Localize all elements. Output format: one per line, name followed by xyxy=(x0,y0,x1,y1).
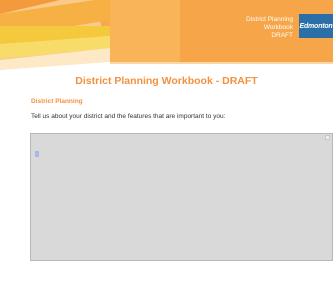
text-cursor xyxy=(35,151,39,157)
banner-line-2: Workbook xyxy=(263,24,293,31)
banner-line-3: DRAFT xyxy=(271,32,293,39)
banner-line-1: District Planning xyxy=(246,16,293,23)
banner-title: District Planning Workbook DRAFT xyxy=(246,16,293,40)
question-prompt: Tell us about your district and the feat… xyxy=(31,113,226,120)
header-banner: District Planning Workbook DRAFT Edmonto… xyxy=(0,0,333,70)
district-features-textarea[interactable] xyxy=(30,133,333,261)
logo-text: Edmonton xyxy=(299,22,333,30)
textarea-resize-icon[interactable] xyxy=(325,135,330,140)
section-heading: District Planning xyxy=(31,98,83,105)
page: District Planning Workbook DRAFT Edmonto… xyxy=(0,0,333,289)
page-title: District Planning Workbook - DRAFT xyxy=(75,75,258,87)
edmonton-logo[interactable]: Edmonton xyxy=(299,14,333,38)
